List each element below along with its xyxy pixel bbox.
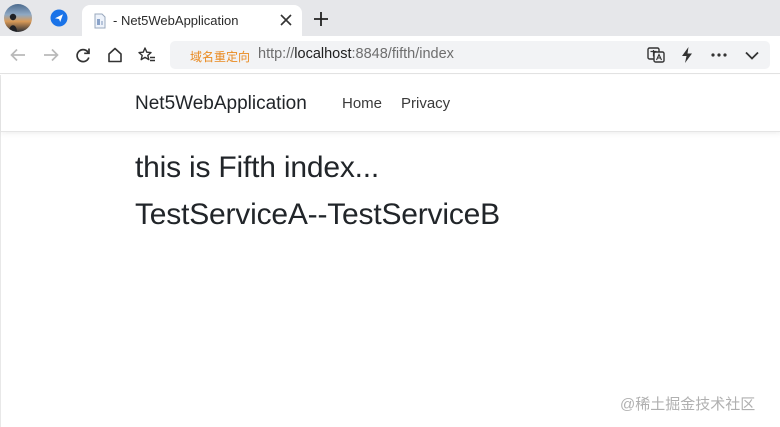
close-icon[interactable]	[279, 13, 293, 27]
profile-avatar[interactable]	[4, 4, 32, 32]
tab-title: - Net5WebApplication	[113, 13, 239, 28]
navbar-brand[interactable]: Net5WebApplication	[135, 93, 307, 115]
tab-strip: - Net5WebApplication	[0, 0, 780, 36]
home-icon[interactable]	[105, 45, 125, 65]
url-prefix: http://	[258, 46, 295, 62]
paper-plane-icon[interactable]	[50, 9, 68, 27]
forward-arrow-icon[interactable]	[41, 45, 61, 65]
lightning-icon[interactable]	[677, 45, 697, 65]
page-icon	[92, 13, 108, 29]
reload-icon[interactable]	[73, 45, 93, 65]
url-rest: :8848/fifth/index	[351, 46, 454, 62]
redirect-tag: 域名重定向	[190, 50, 251, 64]
url-host: localhost	[294, 46, 352, 62]
translate-icon[interactable]	[646, 45, 666, 65]
page-heading-line2: TestServiceA--TestServiceB	[135, 198, 500, 231]
nav-link-privacy[interactable]: Privacy	[401, 95, 450, 112]
nav-link-home[interactable]: Home	[342, 95, 382, 112]
more-icon[interactable]	[709, 45, 729, 65]
active-tab[interactable]: - Net5WebApplication	[82, 5, 302, 36]
web-page: Net5WebApplication Home Privacy this is …	[0, 75, 780, 427]
address-bar[interactable]: 域名重定向 http://localhost:8848/fifth/index	[170, 41, 770, 69]
browser-toolbar: 域名重定向 http://localhost:8848/fifth/index	[0, 36, 780, 74]
url-text[interactable]: http://localhost:8848/fifth/index	[258, 46, 454, 62]
chevron-down-icon[interactable]	[742, 45, 762, 65]
watermark: @稀土掘金技术社区	[620, 396, 756, 413]
plus-icon[interactable]	[312, 10, 330, 28]
star-list-icon[interactable]	[137, 45, 157, 65]
back-arrow-icon[interactable]	[8, 45, 28, 65]
page-heading-line1: this is Fifth index...	[135, 151, 380, 184]
site-navbar: Net5WebApplication Home Privacy	[1, 75, 780, 132]
